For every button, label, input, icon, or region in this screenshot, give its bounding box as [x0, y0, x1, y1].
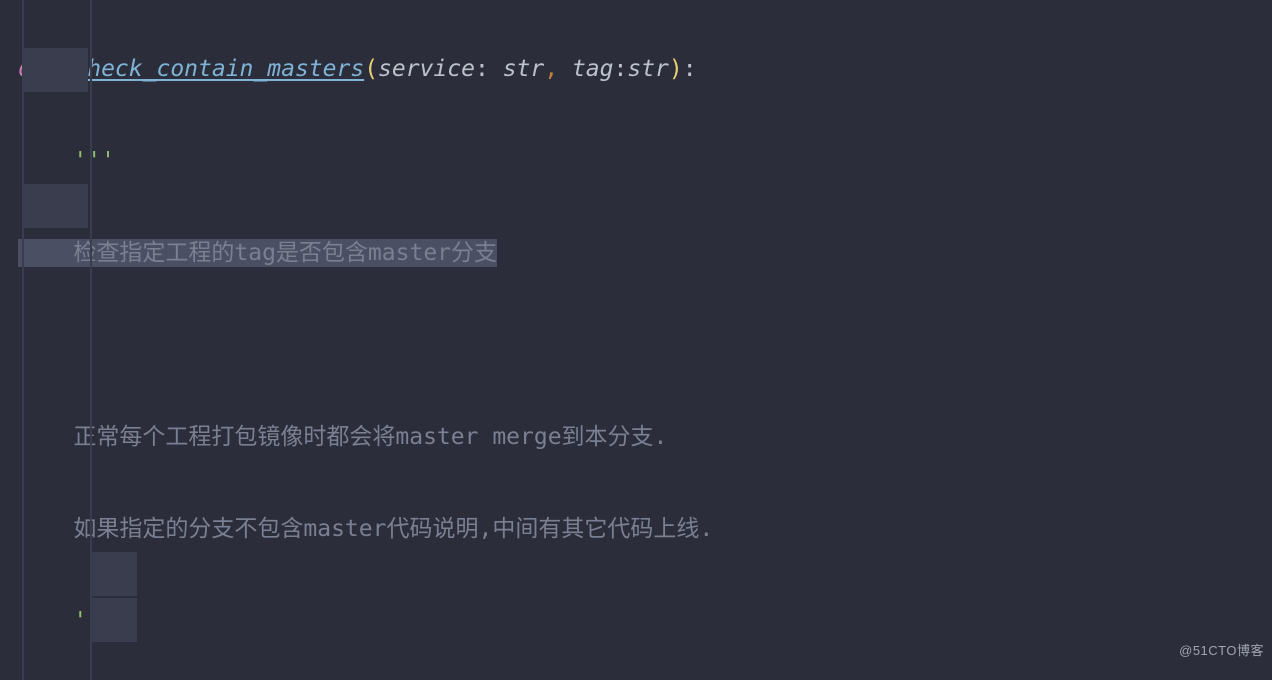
- paren: (: [364, 56, 378, 82]
- comma: ,: [544, 56, 572, 82]
- gutter-highlight: [92, 598, 137, 642]
- code-line[interactable]: 检查指定工程的tag是否包含master分支: [18, 230, 1272, 276]
- code-line[interactable]: 正常每个工程打包镜像时都会将master merge到本分支.: [18, 414, 1272, 460]
- code-editor[interactable]: def check_contain_masters(service: str, …: [0, 0, 1272, 680]
- indent-guide: [22, 0, 24, 680]
- code-line[interactable]: ''': [18, 138, 1272, 184]
- watermark-text: @51CTO博客: [1179, 628, 1264, 674]
- docstring-text: 正常每个工程打包镜像时都会将master merge到本分支.: [18, 424, 667, 450]
- code-line[interactable]: def check_contain_masters(service: str, …: [18, 46, 1272, 92]
- docstring-open: ''': [18, 148, 115, 174]
- type: str: [503, 56, 545, 82]
- function-name: check_contain_masters: [73, 56, 364, 82]
- colon: :: [613, 56, 627, 82]
- colon: :: [683, 56, 697, 82]
- type: str: [627, 56, 669, 82]
- colon: :: [475, 56, 503, 82]
- gutter-highlight: [24, 48, 88, 92]
- code-line[interactable]: ''': [18, 598, 1272, 644]
- gutter-highlight: [92, 552, 137, 596]
- paren: ): [669, 56, 683, 82]
- param: service: [378, 56, 475, 82]
- docstring-text: 如果指定的分支不包含master代码说明,中间有其它代码上线.: [18, 516, 713, 542]
- param: tag: [572, 56, 614, 82]
- gutter-highlight: [24, 184, 88, 228]
- code-line[interactable]: [18, 322, 1272, 368]
- code-line[interactable]: 如果指定的分支不包含master代码说明,中间有其它代码上线.: [18, 506, 1272, 552]
